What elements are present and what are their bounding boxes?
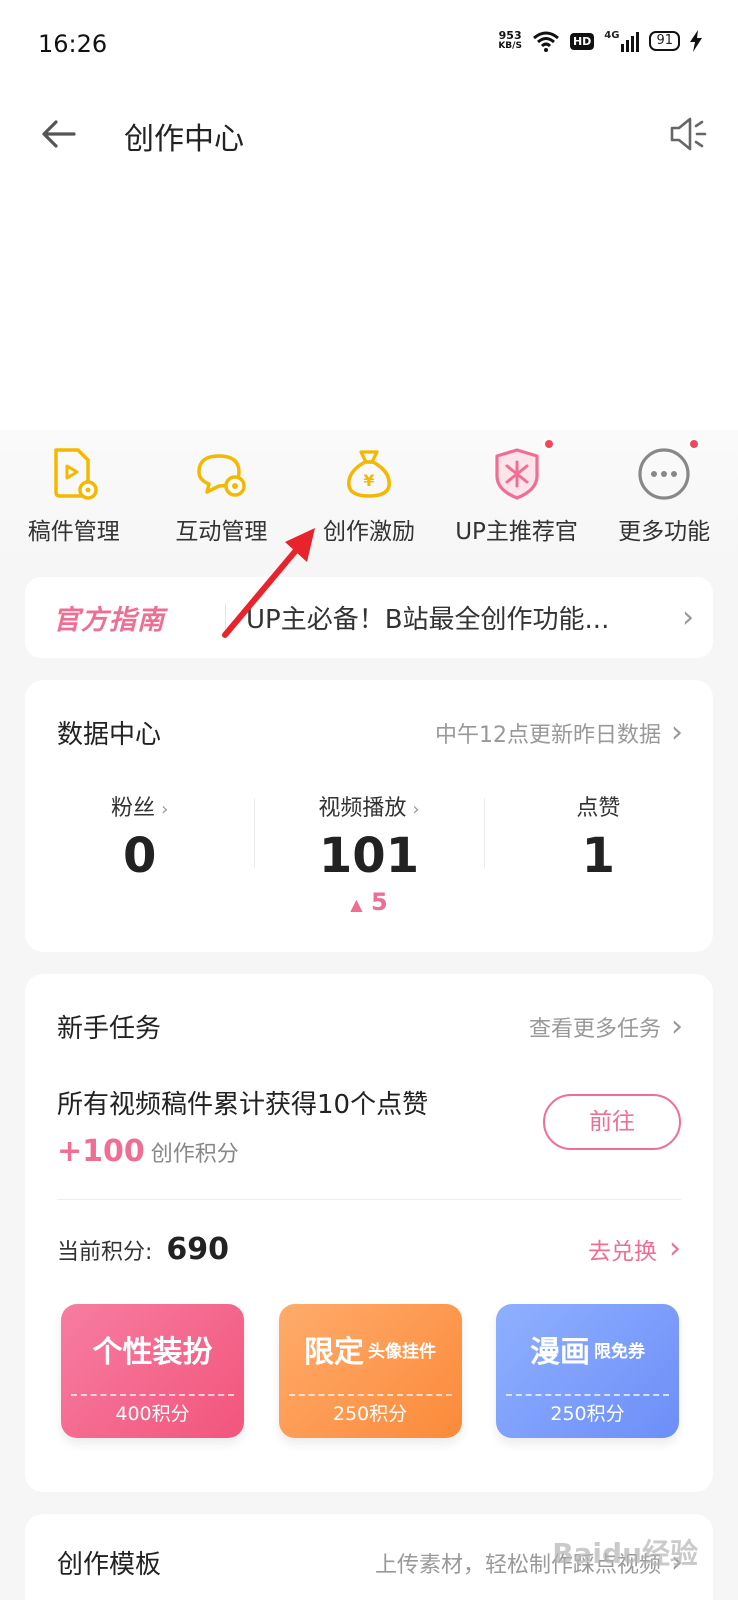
reward-amount: +100 <box>57 1134 145 1169</box>
quick-item-label: 创作激励 <box>322 519 415 545</box>
chevron-right-icon: › <box>161 799 169 820</box>
data-center-link-text: 中午12点更新昨日数据 <box>435 722 661 748</box>
status-icons: 953 KB/S HD 4G 91 <box>498 30 702 52</box>
coupon-cost: 250积分 <box>550 1403 625 1425</box>
task-name: 所有视频稿件累计获得10个点赞 <box>57 1090 429 1120</box>
back-button[interactable] <box>36 112 80 156</box>
more-dots-icon <box>634 438 701 504</box>
quick-item-recommender[interactable]: UP主推荐官 <box>443 430 591 565</box>
coupon-subtitle: 限免券 <box>594 1341 645 1362</box>
coupon-list: 个性装扮 400积分 限定 头像挂件 250积分 漫画 限免券 250积分 <box>61 1304 679 1438</box>
data-center-title: 数据中心 <box>57 720 162 750</box>
tasks-title: 新手任务 <box>57 1014 162 1044</box>
battery-icon: 91 <box>649 31 680 51</box>
exchange-link[interactable]: 去兑换 › <box>588 1232 681 1266</box>
guide-text: UP主必备！B站最全创作功能... <box>246 605 610 635</box>
reward-unit: 创作积分 <box>150 1142 239 1167</box>
arrow-left-icon <box>42 120 76 148</box>
coupon-title: 个性装扮 <box>92 1335 213 1370</box>
chevron-right-icon: › <box>671 1008 683 1044</box>
stat-label: 视频播放 › <box>254 790 483 822</box>
goto-button[interactable]: 前往 <box>543 1094 681 1150</box>
data-center-link[interactable]: 中午12点更新昨日数据 › <box>435 717 683 749</box>
chevron-right-icon: › <box>682 600 694 635</box>
stat-fans[interactable]: 粉丝 › 0 <box>25 790 254 916</box>
exchange-label: 去兑换 <box>588 1239 657 1265</box>
hd-icon: HD <box>569 32 595 50</box>
coupon-comic[interactable]: 漫画 限免券 250积分 <box>496 1304 679 1438</box>
current-points: 当前积分: 690 <box>57 1232 229 1267</box>
data-center-card: 数据中心 中午12点更新昨日数据 › 粉丝 › 0 视频播放 › 101 ▲ 5 点… <box>25 680 713 952</box>
templates-title: 创作模板 <box>57 1550 162 1580</box>
coupon-title: 限定 <box>304 1335 364 1370</box>
notification-dot <box>688 438 701 450</box>
app-bar: 创作中心 <box>0 90 738 182</box>
stat-value: 101 <box>318 828 420 884</box>
chevron-right-icon: › <box>412 799 420 820</box>
chevron-right-icon: › <box>669 1231 681 1266</box>
novice-tasks-card: 新手任务 查看更多任务 › 所有视频稿件累计获得10个点赞 +100 创作积分 前… <box>25 974 713 1492</box>
points-label: 当前积分: <box>57 1240 153 1265</box>
quick-item-label: 互动管理 <box>175 519 268 545</box>
stat-label: 粉丝 › <box>25 790 254 822</box>
award-badge-icon <box>487 438 555 504</box>
coupon-header: 限定 头像挂件 <box>279 1304 462 1394</box>
stat-delta: ▲ 5 <box>254 888 483 916</box>
official-guide-banner[interactable]: 官方指南 UP主必备！B站最全创作功能... › <box>25 577 713 658</box>
coupon-header: 漫画 限免券 <box>496 1304 679 1394</box>
sound-button[interactable] <box>664 110 712 158</box>
charging-icon <box>690 30 702 52</box>
stat-value: 1 <box>581 828 616 884</box>
quick-actions: 稿件管理 互动管理 ¥ 创作激励 UP主推荐官 更多功能 <box>0 430 738 565</box>
speaker-icon <box>670 117 707 151</box>
watermark: Baidu经验 <box>552 1537 698 1570</box>
wifi-icon <box>532 31 559 52</box>
status-time: 16:26 <box>38 30 108 58</box>
more-tasks-link-text: 查看更多任务 <box>528 1016 661 1042</box>
coupon-header: 个性装扮 <box>61 1304 244 1394</box>
stats-row: 粉丝 › 0 视频播放 › 101 ▲ 5 点赞 1 <box>25 790 713 916</box>
stat-likes: 点赞 1 <box>483 790 713 916</box>
coupon-cost: 250积分 <box>332 1403 408 1425</box>
quick-item-label: UP主推荐官 <box>455 519 578 545</box>
triangle-up-icon: ▲ <box>350 895 363 914</box>
manuscript-icon <box>44 444 104 504</box>
coupon-subtitle: 头像挂件 <box>368 1341 436 1362</box>
task-reward: +100 创作积分 <box>57 1134 239 1169</box>
divider <box>57 1199 681 1200</box>
points-value: 690 <box>166 1232 230 1267</box>
network-speed: 953 KB/S <box>498 29 522 51</box>
money-bag-icon: ¥ <box>339 444 399 504</box>
coupon-avatar-pendant[interactable]: 限定 头像挂件 250积分 <box>278 1304 462 1438</box>
page-title: 创作中心 <box>124 122 244 157</box>
chat-gear-icon <box>191 444 251 504</box>
card-header: 新手任务 查看更多任务 › <box>57 1008 683 1045</box>
banner-area <box>0 182 738 430</box>
coupon-cost: 400积分 <box>115 1403 190 1425</box>
quick-item-interaction[interactable]: 互动管理 <box>148 430 296 565</box>
chevron-right-icon: › <box>671 714 683 750</box>
quick-item-label: 更多功能 <box>618 519 711 545</box>
more-tasks-link[interactable]: 查看更多任务 › <box>529 1011 683 1043</box>
notification-dot <box>542 438 555 450</box>
svg-text:¥: ¥ <box>363 471 374 490</box>
status-bar: 16:26 953 KB/S HD 4G 91 <box>0 0 738 90</box>
coupon-dressup[interactable]: 个性装扮 400积分 <box>61 1304 244 1438</box>
coupon-title: 漫画 <box>530 1335 590 1370</box>
quick-item-more[interactable]: 更多功能 <box>590 430 738 565</box>
card-header: 数据中心 中午12点更新昨日数据 › <box>57 714 683 751</box>
quick-item-manuscript[interactable]: 稿件管理 <box>0 430 148 565</box>
stat-label-text: 视频播放 <box>318 796 407 821</box>
stat-value: 0 <box>122 828 157 884</box>
stat-label: 点赞 <box>576 796 621 821</box>
stat-label-text: 粉丝 <box>111 796 156 821</box>
stat-plays[interactable]: 视频播放 › 101 ▲ 5 <box>254 790 483 916</box>
quick-item-incentive[interactable]: ¥ 创作激励 <box>295 430 443 565</box>
stat-delta-value: 5 <box>370 888 388 916</box>
official-guide-logo: 官方指南 <box>53 605 165 636</box>
quick-item-label: 稿件管理 <box>27 519 120 545</box>
signal-icon: 4G <box>604 30 640 52</box>
